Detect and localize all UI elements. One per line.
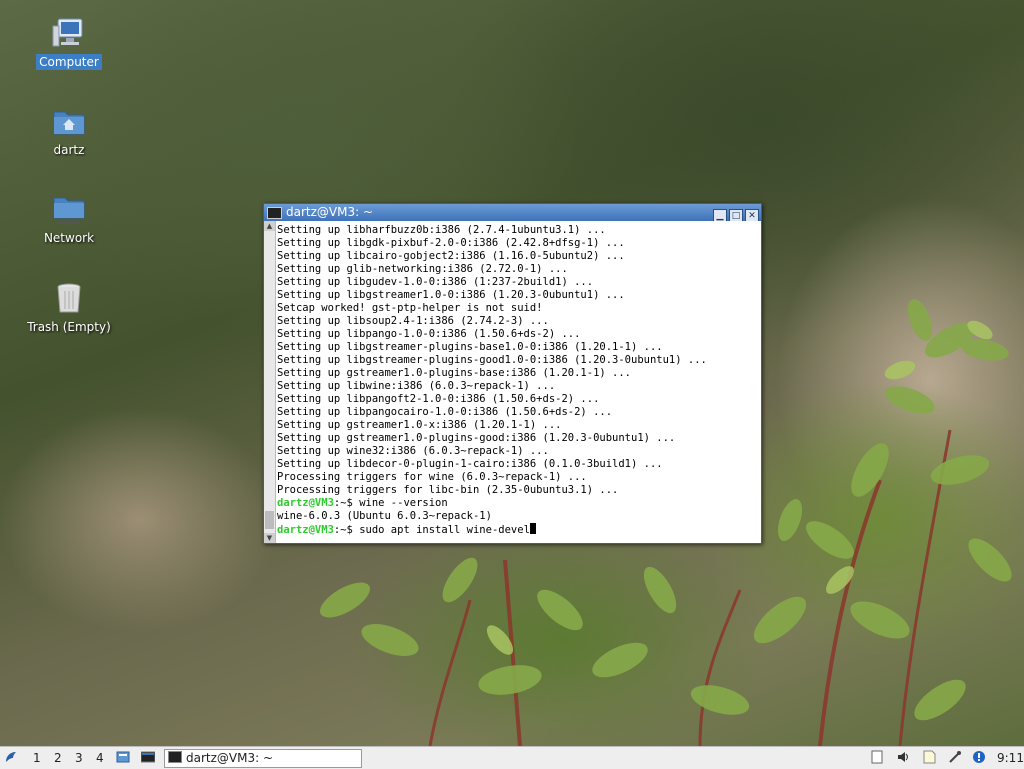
desktop-icon-trash[interactable]: Trash (Empty) — [24, 281, 114, 335]
workspace-1[interactable]: 1 — [33, 747, 41, 769]
scroll-up-icon[interactable]: ▲ — [264, 221, 275, 231]
desktop-icon-home-folder[interactable]: dartz — [24, 104, 114, 158]
trash-icon — [57, 283, 81, 313]
computer-icon — [52, 18, 83, 47]
update-notifier-icon[interactable] — [972, 750, 986, 764]
command-line: dartz@VM3:~$ sudo apt install wine-devel — [277, 523, 707, 537]
terminal-titlebar[interactable]: dartz@VM3: ~ ▁ □ ✕ — [264, 204, 761, 223]
prompt-suffix: :~$ — [333, 524, 360, 536]
workspace-3[interactable]: 3 — [75, 747, 83, 769]
taskbar-window-button[interactable]: dartz@VM3: ~ — [164, 749, 362, 768]
terminal-launcher-icon[interactable] — [141, 750, 155, 764]
workspace-2[interactable]: 2 — [54, 747, 62, 769]
text-cursor — [529, 523, 536, 534]
prompt-user: dartz@VM3 — [277, 497, 334, 509]
terminal-icon — [267, 207, 282, 219]
output-line: Processing triggers for wine (6.0.3~repa… — [277, 471, 587, 483]
desktop-icon-computer[interactable]: Computer — [24, 16, 114, 70]
output-line: Setting up libdecor-0-plugin-1-cairo:i38… — [277, 458, 663, 470]
desktop-icon-label: dartz — [53, 143, 85, 157]
output-line: Setting up gstreamer1.0-x:i386 (1.20.1-1… — [277, 419, 562, 431]
output-line: Setting up libharfbuzz0b:i386 (2.7.4-1ub… — [277, 224, 606, 236]
desktop-icon-network[interactable]: Network — [24, 192, 114, 246]
scroll-down-icon[interactable]: ▼ — [264, 533, 275, 543]
output-line: Setting up libpangocairo-1.0-0:i386 (1.5… — [277, 406, 613, 418]
prompt-user: dartz@VM3 — [277, 524, 334, 536]
output-line: Setting up libwine:i386 (6.0.3~repack-1)… — [277, 380, 556, 392]
terminal-scrollbar[interactable]: ▲ ▼ — [264, 221, 276, 543]
output-line: Setting up wine32:i386 (6.0.3~repack-1) … — [277, 445, 549, 457]
desktop-icon-label: Trash (Empty) — [27, 320, 111, 334]
command-text: wine --version — [359, 497, 448, 509]
output-line: Setting up libgudev-1.0-0:i386 (1:237-2b… — [277, 276, 594, 288]
prompt-suffix: :~$ — [333, 497, 360, 509]
notes-icon[interactable] — [922, 750, 936, 764]
command-line: dartz@VM3:~$ wine --version — [277, 497, 707, 510]
command-input[interactable]: sudo apt install wine-devel — [359, 524, 530, 536]
output-line: Setting up libpangoft2-1.0-0:i386 (1.50.… — [277, 393, 600, 405]
output-line: Setting up gstreamer1.0-plugins-base:i38… — [277, 367, 632, 379]
home-folder-icon — [53, 111, 85, 135]
output-line: Setting up libsoup2.4-1:i386 (2.74.2-3) … — [277, 315, 549, 327]
output-line: Processing triggers for libc-bin (2.35-0… — [277, 484, 619, 496]
file-manager-icon[interactable] — [116, 750, 130, 764]
desktop-icon-label: Computer — [36, 54, 102, 70]
desktop-icon-label: Network — [43, 231, 95, 245]
terminal-window[interactable]: dartz@VM3: ~ ▁ □ ✕ ▲ ▼ Setting up libharfb… — [263, 203, 762, 544]
network-folder-icon — [53, 197, 85, 224]
menu-logo-icon[interactable] — [4, 750, 18, 764]
output-line: Setting up libgdk-pixbuf-2.0-0:i386 (2.4… — [277, 237, 625, 249]
output-line: wine-6.0.3 (Ubuntu 6.0.3~repack-1) — [277, 510, 492, 522]
terminal-body[interactable]: ▲ ▼ Setting up libharfbuzz0b:i386 (2.7.4… — [264, 221, 761, 543]
clipboard-icon[interactable] — [870, 750, 884, 764]
task-label: dartz@VM3: ~ — [186, 751, 274, 765]
taskbar: 1 2 3 4 dartz@VM3: ~ 9:11 — [0, 746, 1024, 769]
volume-icon[interactable] — [896, 750, 910, 764]
window-title: dartz@VM3: ~ — [286, 205, 374, 219]
output-line: Setting up libpango-1.0-0:i386 (1.50.6+d… — [277, 328, 581, 340]
output-line: Setcap worked! gst-ptp-helper is not sui… — [277, 302, 543, 314]
scrollbar-thumb[interactable] — [265, 511, 274, 529]
output-line: Setting up glib-networking:i386 (2.72.0-… — [277, 263, 568, 275]
output-line: Setting up libgstreamer-plugins-good1.0-… — [277, 354, 707, 366]
output-line: Setting up libgstreamer-plugins-base1.0-… — [277, 341, 663, 353]
terminal-icon — [168, 751, 182, 763]
clock[interactable]: 9:11 — [997, 747, 1024, 769]
output-line: Setting up libcairo-gobject2:i386 (1.16.… — [277, 250, 625, 262]
network-tray-icon[interactable] — [948, 750, 962, 764]
terminal-output: Setting up libharfbuzz0b:i386 (2.7.4-1ub… — [277, 224, 707, 537]
output-line: Setting up gstreamer1.0-plugins-good:i38… — [277, 432, 676, 444]
output-line: Setting up libgstreamer1.0-0:i386 (1.20.… — [277, 289, 625, 301]
workspace-4[interactable]: 4 — [96, 747, 104, 769]
